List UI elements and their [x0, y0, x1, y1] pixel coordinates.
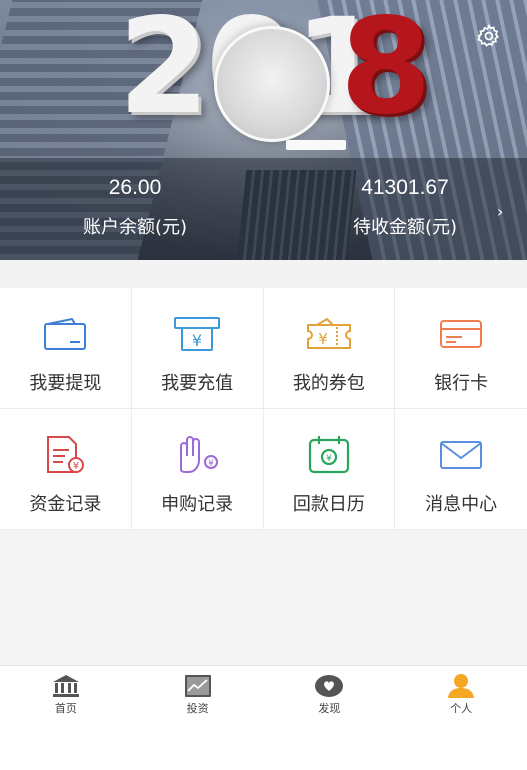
- menu-label: 银行卡: [434, 373, 489, 394]
- banner-year-accent: 8: [340, 0, 432, 144]
- bottom-tab-bar: 首页 投资 发现 个人: [0, 665, 527, 723]
- wallet-icon: [41, 312, 89, 356]
- empty-content-area: [0, 530, 527, 665]
- tab-personal[interactable]: 个人: [395, 666, 527, 723]
- pending-value: 41301.67: [361, 176, 449, 199]
- balance-stat[interactable]: 26.00 账户余额(元): [35, 170, 235, 244]
- tab-home[interactable]: 首页: [0, 666, 132, 723]
- bottom-safe-area: [0, 723, 527, 770]
- pending-stat[interactable]: 41301.67 待收金额(元): [305, 170, 505, 244]
- tab-discover[interactable]: 发现: [264, 666, 396, 723]
- menu-item-repayment-calendar[interactable]: ¥ 回款日历: [263, 409, 396, 530]
- fund-record-icon: ¥: [41, 433, 89, 477]
- menu-item-coupons[interactable]: ¥ 我的券包: [263, 288, 396, 409]
- discover-icon: [314, 673, 344, 699]
- bank-card-icon: [437, 312, 485, 356]
- feature-grid: 我要提现 ¥ 我要充值 ¥ 我的券包 银行卡 ¥ 资金记录 ¥ 申购记录 ¥ 回…: [0, 288, 527, 530]
- settings-gear-icon[interactable]: [473, 20, 505, 52]
- svg-text:¥: ¥: [73, 461, 79, 472]
- profile-header: 201 8 26.00 账户余额(元) 41301.67 待收金额(元) ›: [0, 0, 527, 260]
- menu-label: 我要提现: [29, 373, 102, 394]
- balance-value: 26.00: [108, 176, 162, 199]
- menu-item-bank-card[interactable]: 银行卡: [395, 288, 527, 409]
- avatar[interactable]: [214, 26, 330, 142]
- balance-label: 账户余额(元): [82, 217, 188, 238]
- calendar-icon: ¥: [305, 433, 353, 477]
- tab-label: 投资: [186, 702, 209, 715]
- pending-label: 待收金额(元): [352, 217, 458, 238]
- menu-label: 申购记录: [161, 494, 234, 515]
- coupon-icon: ¥: [305, 312, 353, 356]
- menu-label: 回款日历: [292, 494, 365, 515]
- svg-text:¥: ¥: [208, 459, 214, 469]
- svg-text:¥: ¥: [326, 454, 332, 464]
- svg-text:¥: ¥: [192, 331, 202, 350]
- chevron-right-icon[interactable]: ›: [497, 202, 503, 221]
- menu-label: 消息中心: [425, 494, 498, 515]
- section-divider: [0, 260, 527, 288]
- chart-icon: [183, 673, 213, 699]
- tab-invest[interactable]: 投资: [132, 666, 264, 723]
- hand-coin-icon: ¥: [173, 433, 221, 477]
- atm-icon: ¥: [173, 312, 221, 356]
- bank-building-icon: [51, 673, 81, 699]
- menu-label: 我要充值: [161, 373, 234, 394]
- mail-icon: [437, 433, 485, 477]
- menu-label: 我的券包: [292, 373, 365, 394]
- person-icon: [446, 673, 476, 699]
- menu-label: 资金记录: [29, 494, 102, 515]
- svg-text:¥: ¥: [318, 330, 328, 348]
- menu-item-purchase-records[interactable]: ¥ 申购记录: [131, 409, 264, 530]
- menu-item-withdraw[interactable]: 我要提现: [0, 288, 132, 409]
- username-redacted: [286, 140, 346, 150]
- tab-label: 发现: [318, 702, 341, 715]
- tab-label: 首页: [54, 702, 77, 715]
- menu-item-recharge[interactable]: ¥ 我要充值: [131, 288, 264, 409]
- tab-label: 个人: [450, 702, 473, 715]
- menu-item-message-center[interactable]: 消息中心: [395, 409, 527, 530]
- menu-item-fund-records[interactable]: ¥ 资金记录: [0, 409, 132, 530]
